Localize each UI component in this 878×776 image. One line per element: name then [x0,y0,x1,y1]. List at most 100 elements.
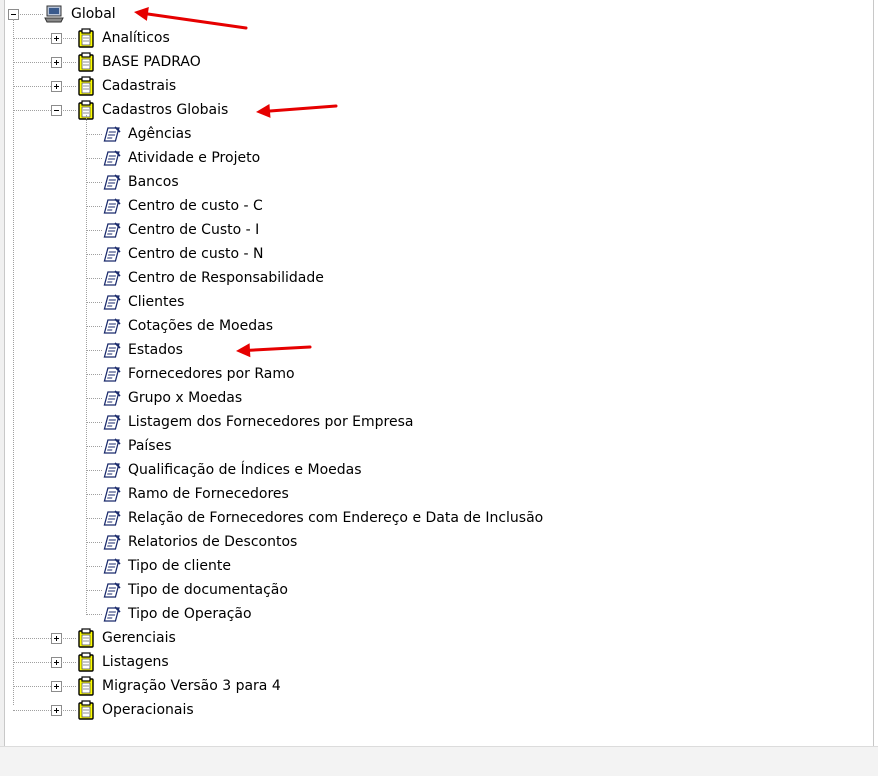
tree-node-report[interactable]: Fornecedores por Ramo [102,363,297,385]
tree-node-report[interactable]: Atividade e Projeto [102,147,262,169]
tree-node-report[interactable]: Relatorios de Descontos [102,531,299,553]
tree-node-report[interactable]: Países [102,435,173,457]
tree-connector-line [61,86,76,87]
tree-node-report[interactable]: Ramo de Fornecedores [102,483,291,505]
tree-connector-line [61,110,76,111]
tree-connector-line [61,38,76,39]
tree-node-label: Bancos [128,174,179,190]
tree-node-group[interactable]: Gerenciais [76,627,178,649]
folder-clipboard-icon [76,76,96,96]
tree-connector-line [13,38,51,39]
tree-connector-line [61,62,76,63]
tree-node-label: Centro de Custo - I [128,222,260,238]
tree-node-group[interactable]: Migração Versão 3 para 4 [76,675,283,697]
tree-node-report[interactable]: Listagem dos Fornecedores por Empresa [102,411,415,433]
tree-connector-line [86,542,102,543]
tree-node-label: Centro de Responsabilidade [128,270,324,286]
tree-node-report[interactable]: Tipo de documentação [102,579,290,601]
report-pencil-icon [102,244,122,264]
tree-node-report[interactable]: Agências [102,123,193,145]
tree-node-report[interactable]: Relação de Fornecedores com Endereço e D… [102,507,545,529]
report-pencil-icon [102,484,122,504]
tree-node-label: Centro de custo - C [128,198,263,214]
tree-connector-line [86,398,102,399]
tree-connector-line [86,446,102,447]
window-bottom-strip [0,746,878,776]
tree-node-label: Estados [128,342,183,358]
tree-node-label: Tipo de documentação [128,582,288,598]
report-pencil-icon [102,388,122,408]
tree-node-report[interactable]: Centro de Custo - I [102,219,261,241]
tree-connector-line [86,494,102,495]
tree-node-report[interactable]: Centro de custo - C [102,195,265,217]
folder-clipboard-icon [76,628,96,648]
report-pencil-icon [102,220,122,240]
tree-node-label: Listagens [102,654,169,670]
tree-node-label: Cotações de Moedas [128,318,273,334]
tree-node-report[interactable]: Clientes [102,291,186,313]
tree-node-label: Operacionais [102,702,194,718]
report-pencil-icon [102,124,122,144]
tree-node-label: Ramo de Fornecedores [128,486,289,502]
tree-node-group[interactable]: BASE PADRAO [76,51,203,73]
tree-connector-line [86,422,102,423]
tree-node-report[interactable]: Centro de Responsabilidade [102,267,326,289]
report-pencil-icon [102,172,122,192]
tree-node-label: Migração Versão 3 para 4 [102,678,281,694]
tree-node-report[interactable]: Cotações de Moedas [102,315,275,337]
tree-connector-line [13,638,51,639]
tree-node-group[interactable]: Operacionais [76,699,196,721]
report-pencil-icon [102,340,122,360]
tree-connector-line [86,254,102,255]
folder-clipboard-icon [76,52,96,72]
tree-connector-line [86,326,102,327]
tree-node-label: Agências [128,126,192,142]
report-tree[interactable]: Global Analíticos BASE PADRAO Cadastrais Cad… [0,0,870,740]
tree-connector-line [86,614,102,615]
tree-connector-line [86,230,102,231]
tree-node-label: BASE PADRAO [102,54,201,70]
folder-clipboard-icon [76,700,96,720]
computer-icon [43,4,65,24]
tree-node-label: Cadastros Globais [102,102,229,118]
tree-connector-line [86,115,87,615]
tree-connector-line [86,518,102,519]
window-right-border [873,0,874,775]
folder-clipboard-icon [76,652,96,672]
tree-node-group[interactable]: Analíticos [76,27,172,49]
tree-node-label: Gerenciais [102,630,176,646]
tree-node-report[interactable]: Bancos [102,171,181,193]
tree-node-label: Analíticos [102,30,170,46]
tree-connector-line [13,86,51,87]
tree-connector-line [61,638,76,639]
tree-node-label: Países [128,438,172,454]
tree-node-group[interactable]: Cadastrais [76,75,178,97]
tree-node-report[interactable]: Qualificação de Índices e Moedas [102,459,364,481]
tree-node-report[interactable]: Tipo de cliente [102,555,233,577]
report-pencil-icon [102,532,122,552]
report-pencil-icon [102,412,122,432]
report-pencil-icon [102,508,122,528]
folder-clipboard-icon [76,28,96,48]
tree-node-report[interactable]: Tipo de Operação [102,603,254,625]
tree-node-label: Qualificação de Índices e Moedas [128,462,362,478]
tree-node-report[interactable]: Centro de custo - N [102,243,266,265]
tree-node-root[interactable]: Global [43,3,118,25]
report-pencil-icon [102,460,122,480]
tree-node-label: Grupo x Moedas [128,390,243,406]
tree-node-report[interactable]: Grupo x Moedas [102,387,244,409]
report-pencil-icon [102,436,122,456]
tree-node-group[interactable]: Cadastros Globais [76,99,230,121]
tree-node-label: Tipo de Operação [128,606,252,622]
tree-node-group[interactable]: Listagens [76,651,171,673]
tree-node-label: Cadastrais [102,78,177,94]
tree-connector-line [18,14,43,15]
tree-connector-line [86,206,102,207]
tree-connector-line [86,566,102,567]
tree-connector-line [13,662,51,663]
tree-connector-line [86,470,102,471]
tree-node-report[interactable]: Estados [102,339,185,361]
report-pencil-icon [102,196,122,216]
tree-connector-line [86,350,102,351]
report-pencil-icon [102,364,122,384]
